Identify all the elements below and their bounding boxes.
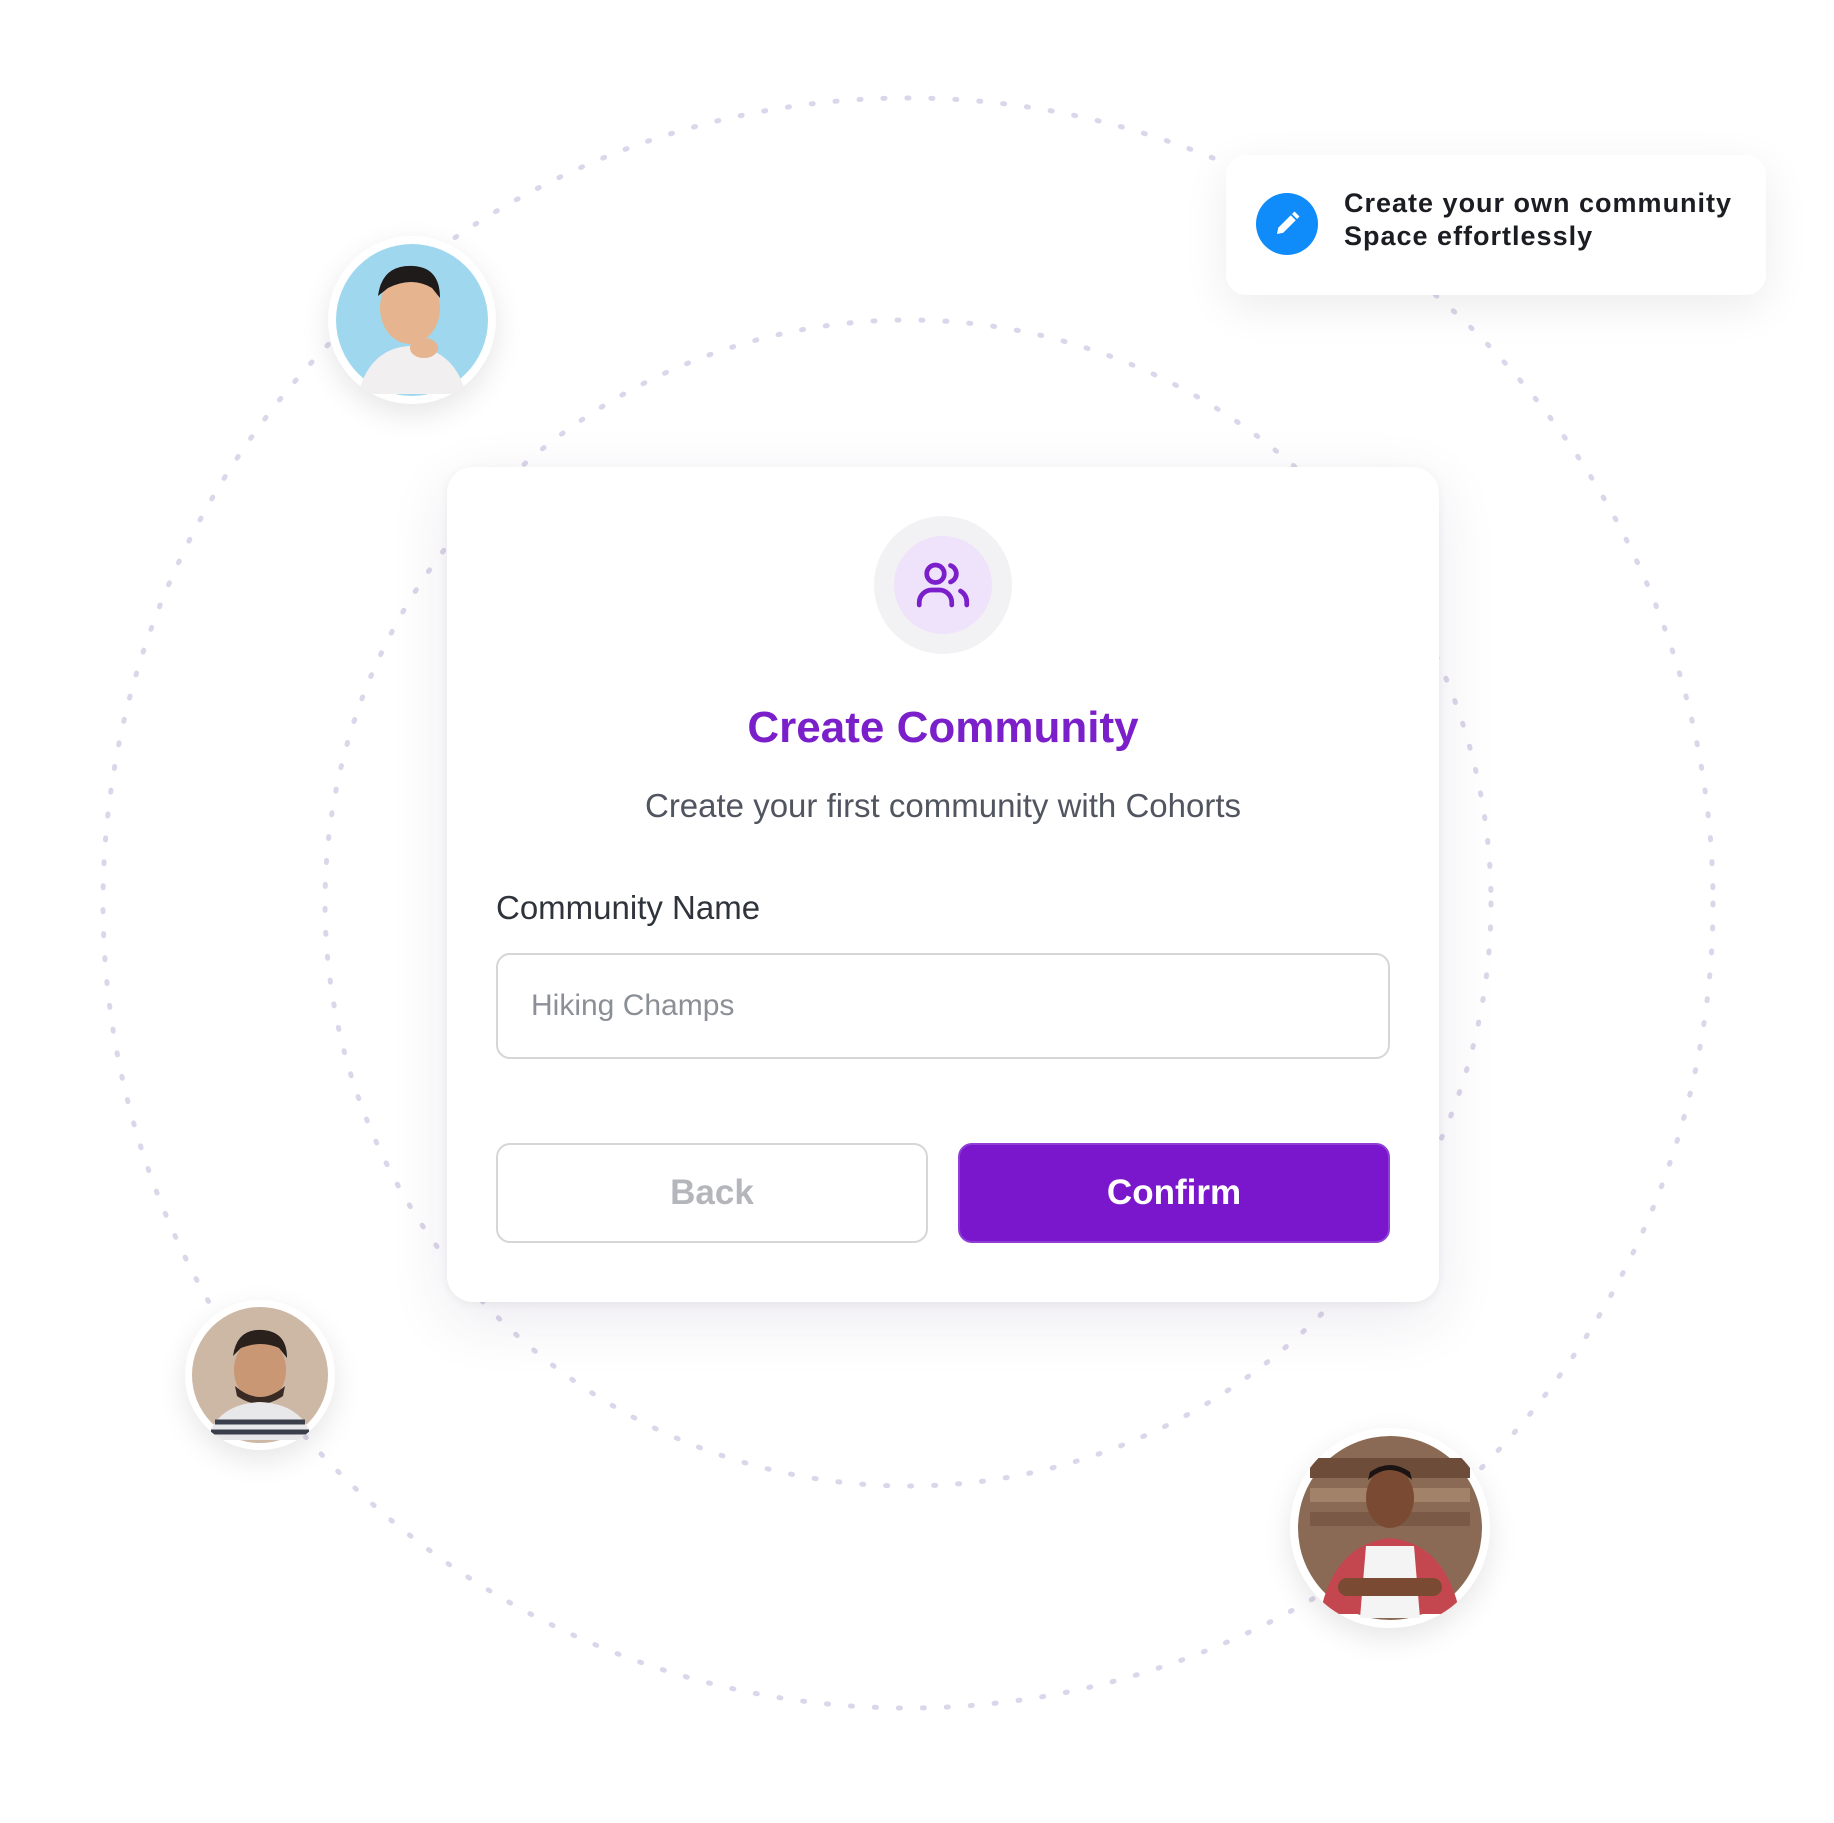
users-icon <box>894 536 992 634</box>
dialog-subtitle: Create your first community with Cohorts <box>644 787 1241 824</box>
dialog-title: Create Community <box>747 703 1139 752</box>
users-icon-container <box>874 516 1012 654</box>
community-name-label: Community Name <box>496 889 761 926</box>
avatar-man-red-shirt <box>1290 1428 1490 1628</box>
toast-line-2: Space effortlessly <box>1344 221 1594 251</box>
community-hint-toast: Create your own community Space effortle… <box>1226 155 1766 295</box>
pencil-icon <box>1256 193 1318 255</box>
toast-line-1: Create your own community <box>1344 188 1733 218</box>
community-name-input[interactable] <box>496 953 1390 1059</box>
confirm-button[interactable]: Confirm <box>958 1143 1390 1243</box>
back-button[interactable]: Back <box>496 1143 928 1243</box>
create-community-dialog: Create Community Create your first commu… <box>447 467 1439 1302</box>
avatar-man-blue-background <box>328 236 496 404</box>
avatar-man-beige-background <box>185 1300 335 1450</box>
toast-text: Create your own community Space effortle… <box>1344 187 1732 253</box>
